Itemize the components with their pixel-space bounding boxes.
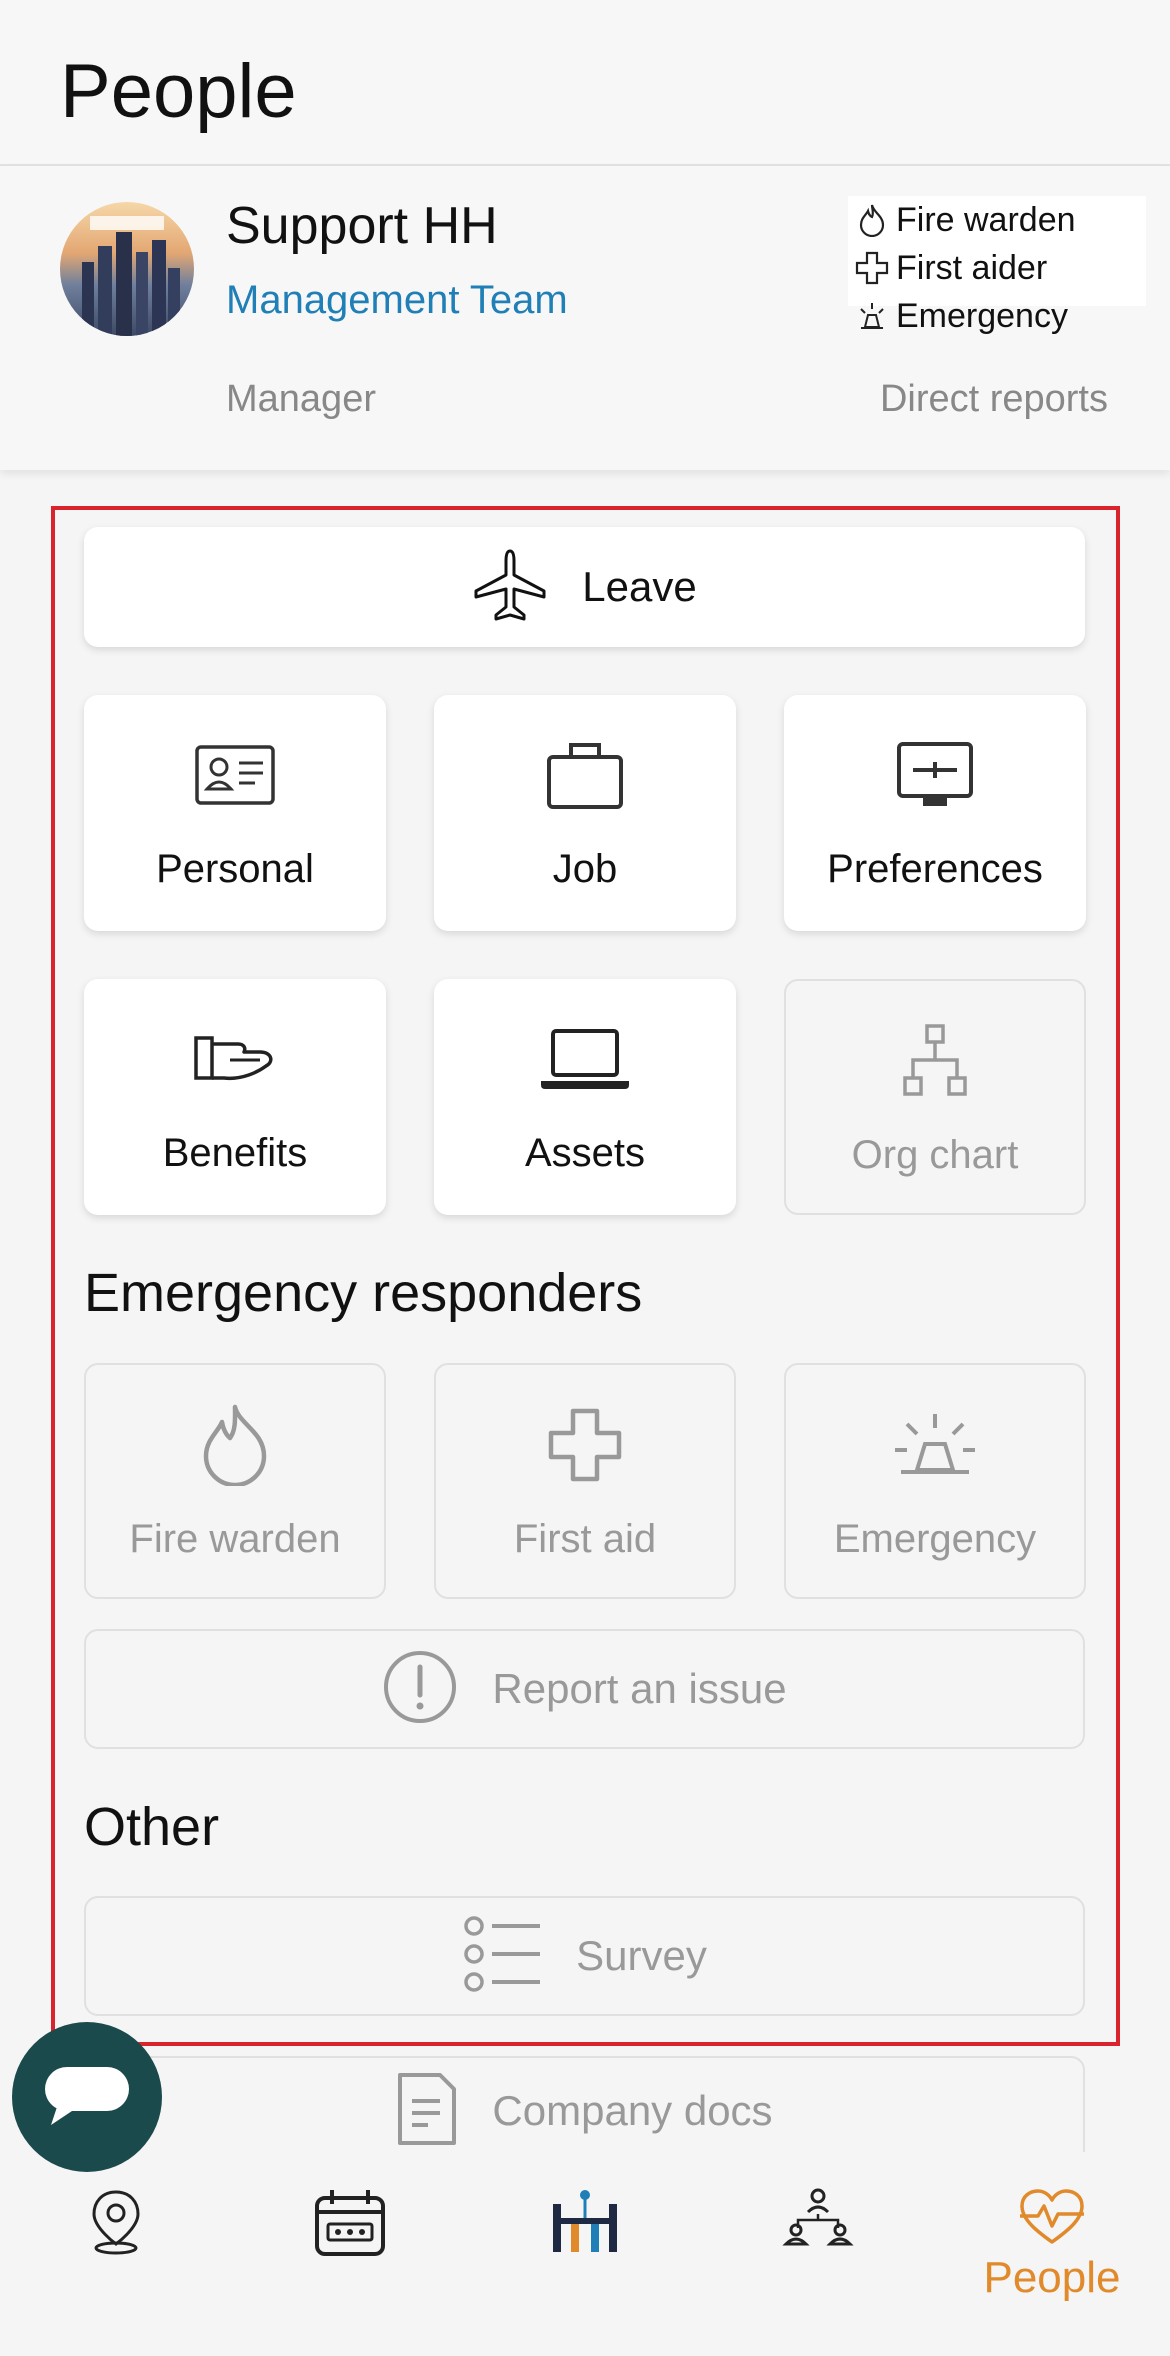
id-card-icon (84, 735, 386, 815)
flame-icon (848, 203, 896, 237)
tile-label: Fire warden (129, 1517, 341, 1561)
tile-label: Job (552, 847, 618, 891)
role-label: Emergency (896, 296, 1068, 335)
role-emergency: Emergency (848, 292, 1146, 340)
personal-tile[interactable]: Personal (84, 695, 386, 931)
heart-pulse-icon (1018, 2188, 1086, 2251)
profile-card: Support HH Management Team Fire warden F… (0, 166, 1170, 470)
exclamation-icon (382, 1649, 458, 1730)
page-title: People (60, 49, 297, 134)
briefcase-icon (434, 735, 736, 815)
nav-team[interactable] (738, 2188, 898, 2318)
tile-label: Emergency (833, 1517, 1037, 1561)
preferences-tile[interactable]: Preferences (784, 695, 1086, 931)
role-label: Fire warden (896, 200, 1076, 239)
profile-team-link[interactable]: Management Team (226, 278, 568, 323)
benefits-tile[interactable]: Benefits (84, 979, 386, 1215)
direct-reports-link[interactable]: Direct reports (880, 378, 1108, 421)
role-first-aider: First aider (848, 244, 1146, 292)
assets-tile[interactable]: Assets (434, 979, 736, 1215)
list-icon (462, 1914, 542, 1999)
page-header: People (0, 0, 1170, 166)
laptop-icon (434, 1019, 736, 1099)
emergency-section-title: Emergency responders (84, 1263, 643, 1323)
job-tile[interactable]: Job (434, 695, 736, 931)
profile-name: Support HH (226, 197, 498, 255)
team-icon (782, 2188, 854, 2253)
tile-label: First aid (513, 1517, 657, 1561)
nav-home[interactable] (505, 2188, 665, 2318)
siren-icon (848, 301, 896, 331)
tile-label: Benefits (162, 1131, 308, 1175)
monitor-icon (784, 735, 1086, 815)
leave-button[interactable]: Leave (84, 527, 1085, 647)
first-aid-tile[interactable]: First aid (434, 1363, 736, 1599)
flame-icon (86, 1404, 384, 1486)
cross-icon (436, 1405, 734, 1485)
manager-link[interactable]: Manager (226, 378, 376, 421)
survey-label: Survey (576, 1932, 707, 1979)
org-chart-icon (786, 1021, 1084, 1101)
report-issue-button[interactable]: Report an issue (84, 1629, 1085, 1749)
other-section-title: Other (84, 1797, 220, 1857)
tile-label: Personal (156, 847, 314, 891)
fire-warden-tile[interactable]: Fire warden (84, 1363, 386, 1599)
company-docs-label: Company docs (492, 2087, 773, 2134)
tile-label: Org chart (851, 1133, 1019, 1177)
document-icon (396, 2071, 458, 2152)
company-docs-button[interactable]: Company docs (84, 2056, 1085, 2166)
hand-icon (84, 1019, 386, 1099)
org-chart-tile[interactable]: Org chart (784, 979, 1086, 1215)
survey-button[interactable]: Survey (84, 1896, 1085, 2016)
nav-people[interactable]: People (972, 2188, 1132, 2318)
chat-fab[interactable] (12, 2022, 162, 2172)
nav-location[interactable] (36, 2188, 196, 2318)
nav-people-label: People (983, 2253, 1121, 2302)
nav-calendar[interactable] (270, 2188, 430, 2318)
siren-icon (786, 1405, 1084, 1485)
tile-label: Assets (524, 1131, 646, 1175)
role-label: First aider (896, 248, 1048, 287)
role-badges: Fire warden First aider Emergency (848, 196, 1146, 335)
chat-bubble-icon (41, 2063, 133, 2132)
report-issue-label: Report an issue (492, 1665, 787, 1712)
tile-label: Preferences (827, 847, 1043, 891)
cross-icon (848, 251, 896, 285)
airplane-icon (472, 547, 548, 628)
role-fire-warden: Fire warden (848, 196, 1146, 244)
leave-label: Leave (582, 563, 697, 610)
calendar-icon (314, 2188, 386, 2263)
hh-logo-icon (549, 2188, 621, 2259)
emergency-tile[interactable]: Emergency (784, 1363, 1086, 1599)
bottom-nav: People (0, 2152, 1170, 2356)
avatar[interactable] (60, 202, 194, 336)
location-pin-icon (88, 2188, 144, 2261)
